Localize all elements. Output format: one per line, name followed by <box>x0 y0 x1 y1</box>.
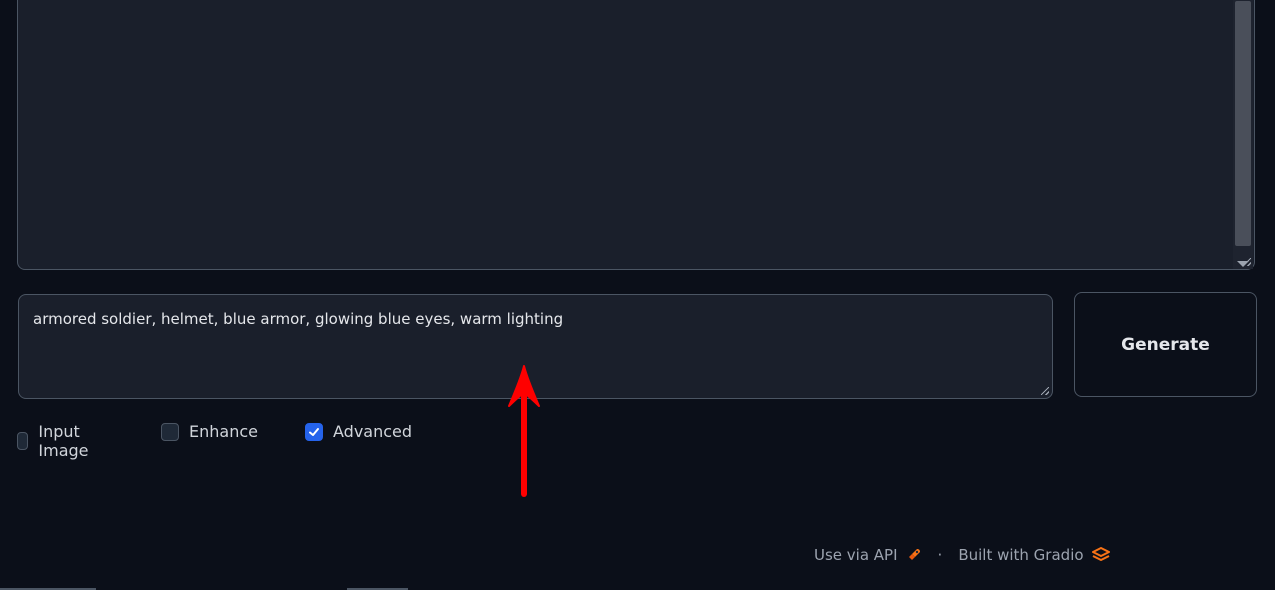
output-textarea[interactable] <box>17 0 1255 270</box>
vertical-scrollbar[interactable] <box>1233 0 1253 269</box>
checkbox-box[interactable] <box>161 422 179 441</box>
scrollbar-thumb[interactable] <box>1235 1 1251 246</box>
checkbox-box[interactable] <box>17 432 29 450</box>
checkbox-label: Input Image <box>38 422 89 460</box>
advanced-checkbox[interactable]: Advanced <box>305 422 412 441</box>
red-arrow-annotation-icon <box>508 365 540 497</box>
checkmark-icon <box>309 427 319 436</box>
use-via-api-link[interactable]: Use via API <box>814 546 898 564</box>
resize-handle-icon[interactable] <box>1243 258 1251 266</box>
rocket-icon <box>908 549 920 560</box>
generate-button-label: Generate <box>1121 334 1210 355</box>
built-with-gradio-link[interactable]: Built with Gradio <box>958 546 1083 564</box>
checkbox-label: Advanced <box>333 422 413 441</box>
checkbox-box-checked[interactable] <box>305 422 323 441</box>
prompt-text: armored soldier, helmet, blue armor, glo… <box>33 310 564 328</box>
generate-button[interactable]: Generate <box>1074 292 1257 397</box>
footer-separator: · <box>937 546 943 564</box>
input-image-checkbox[interactable]: Input Image <box>17 422 95 460</box>
gradio-app: armored soldier, helmet, blue armor, glo… <box>0 0 1275 590</box>
footer: Use via API · Built with Gradio <box>814 546 1110 564</box>
checkbox-label: Enhance <box>189 422 258 441</box>
gradio-logo-icon <box>1091 547 1110 561</box>
prompt-resize-handle-icon[interactable] <box>1041 387 1049 395</box>
enhance-checkbox[interactable]: Enhance <box>161 422 258 441</box>
